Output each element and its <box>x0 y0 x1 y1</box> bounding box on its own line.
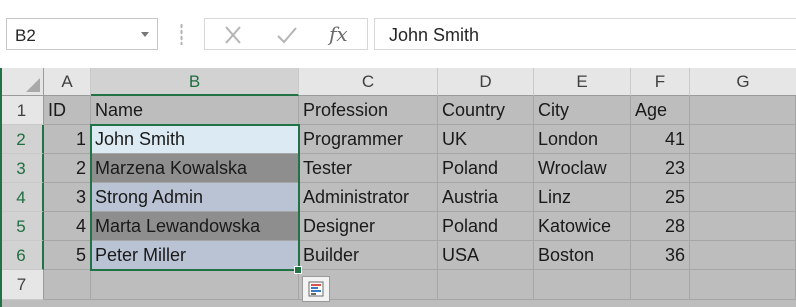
column-header-g[interactable]: G <box>690 68 796 96</box>
cell-d7[interactable] <box>438 270 534 300</box>
cell-d5[interactable]: Poland <box>438 212 534 241</box>
cell-c3[interactable]: Tester <box>299 154 438 183</box>
row-header-3[interactable]: 3 <box>0 154 44 183</box>
cell-e2[interactable]: London <box>534 125 631 154</box>
cell-c6[interactable]: Builder <box>299 241 438 270</box>
name-box-value: B2 <box>15 26 36 45</box>
cell-c4[interactable]: Administrator <box>299 183 438 212</box>
column-header-a[interactable]: A <box>44 68 91 96</box>
row-header-6[interactable]: 6 <box>0 241 44 270</box>
cell-e6[interactable]: Boston <box>534 241 631 270</box>
column-header-d[interactable]: D <box>438 68 534 96</box>
cell-e4[interactable]: Linz <box>534 183 631 212</box>
row-header-4[interactable]: 4 <box>0 183 44 212</box>
cell-d1[interactable]: Country <box>438 96 534 125</box>
cell-g5[interactable] <box>690 212 796 241</box>
cell-a6[interactable]: 5 <box>44 241 91 270</box>
row-header-5[interactable]: 5 <box>0 212 44 241</box>
row-header-7[interactable]: 7 <box>0 270 44 300</box>
window-accent-edge <box>0 68 2 307</box>
cell-e3[interactable]: Wroclaw <box>534 154 631 183</box>
cell-a7[interactable] <box>44 270 91 300</box>
cell-d3[interactable]: Poland <box>438 154 534 183</box>
cell-e5[interactable]: Katowice <box>534 212 631 241</box>
cell-f2[interactable]: 41 <box>631 125 690 154</box>
fx-icon[interactable]: fx <box>329 22 348 46</box>
cell-b5[interactable]: Marta Lewandowska <box>91 212 299 241</box>
cell-g7[interactable] <box>690 270 796 300</box>
row-header-1[interactable]: 1 <box>0 96 44 125</box>
close-x-icon[interactable] <box>221 24 245 46</box>
cell-e1[interactable]: City <box>534 96 631 125</box>
cell-d4[interactable]: Austria <box>438 183 534 212</box>
cell-b6[interactable]: Peter Miller <box>91 241 299 270</box>
formula-bar-buttons: fx <box>204 18 368 50</box>
cell-f6[interactable]: 36 <box>631 241 690 270</box>
cell-a4[interactable]: 3 <box>44 183 91 212</box>
select-all-triangle-icon <box>26 78 40 92</box>
formula-bar-splitter[interactable] <box>180 23 183 45</box>
cell-g2[interactable] <box>690 125 796 154</box>
fill-handle[interactable] <box>294 266 302 274</box>
select-all-button[interactable] <box>0 68 44 96</box>
formula-input-value: John Smith <box>389 25 480 45</box>
cell-b3[interactable]: Marzena Kowalska <box>91 154 299 183</box>
cell-a3[interactable]: 2 <box>44 154 91 183</box>
formula-input[interactable]: John Smith <box>374 18 796 50</box>
cell-b2[interactable]: John Smith <box>91 125 299 154</box>
cell-a5[interactable]: 4 <box>44 212 91 241</box>
row-header-2[interactable]: 2 <box>0 125 44 154</box>
cell-f7[interactable] <box>631 270 690 300</box>
cell-c2[interactable]: Programmer <box>299 125 438 154</box>
cell-e7[interactable] <box>534 270 631 300</box>
cell-g4[interactable] <box>690 183 796 212</box>
column-header-f[interactable]: F <box>631 68 690 96</box>
checkmark-icon[interactable] <box>275 24 299 46</box>
spreadsheet-grid: A B C D E F G 1 2 3 4 5 6 7 ID Name Prof… <box>0 68 796 307</box>
column-header-b[interactable]: B <box>91 68 299 96</box>
quick-analysis-icon <box>308 281 324 297</box>
cell-g6[interactable] <box>690 241 796 270</box>
cell-a1[interactable]: ID <box>44 96 91 125</box>
cell-b1[interactable]: Name <box>91 96 299 125</box>
cell-b4[interactable]: Strong Admin <box>91 183 299 212</box>
cell-d2[interactable]: UK <box>438 125 534 154</box>
cell-c5[interactable]: Designer <box>299 212 438 241</box>
cell-f4[interactable]: 25 <box>631 183 690 212</box>
formula-bar-area: B2 fx John Smith <box>0 0 796 68</box>
cell-d6[interactable]: USA <box>438 241 534 270</box>
quick-analysis-button[interactable] <box>302 276 330 302</box>
cell-g3[interactable] <box>690 154 796 183</box>
chevron-down-icon[interactable] <box>141 32 149 37</box>
column-header-e[interactable]: E <box>534 68 631 96</box>
cell-b7[interactable] <box>91 270 299 300</box>
cell-f3[interactable]: 23 <box>631 154 690 183</box>
cell-g1[interactable] <box>690 96 796 125</box>
cell-c1[interactable]: Profession <box>299 96 438 125</box>
cell-f1[interactable]: Age <box>631 96 690 125</box>
cell-f5[interactable]: 28 <box>631 212 690 241</box>
column-header-c[interactable]: C <box>299 68 438 96</box>
cell-a2[interactable]: 1 <box>44 125 91 154</box>
name-box[interactable]: B2 <box>6 18 158 50</box>
